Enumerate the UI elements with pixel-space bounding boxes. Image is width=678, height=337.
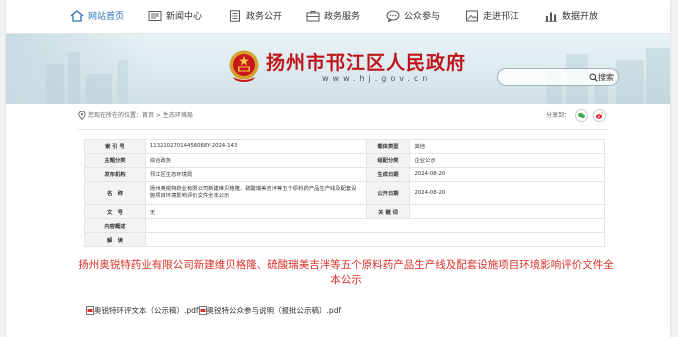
chat-icon bbox=[386, 10, 400, 22]
nav-item-about[interactable]: 走进邗江 bbox=[465, 9, 519, 25]
table-row: 内容概述 bbox=[84, 218, 606, 234]
search-icon bbox=[589, 73, 598, 82]
interpretation-value bbox=[144, 232, 606, 247]
document-info-table: 索 引 号 11321027014456068Y-2024-143 载体类型 其… bbox=[84, 139, 606, 247]
category-value: 企业公示 bbox=[409, 152, 605, 168]
public-date-label: 公开日期 bbox=[365, 180, 411, 206]
publisher-label: 发布机构 bbox=[84, 166, 146, 182]
index-value: 11321027014456068Y-2024-143 bbox=[144, 139, 367, 154]
banner-left-decor bbox=[6, 34, 156, 104]
pdf-file-icon bbox=[198, 305, 207, 315]
site-title: 扬州市邗江区人民政府 bbox=[266, 52, 467, 74]
nav-label: 数据开放 bbox=[562, 12, 599, 22]
created-date-value: 2024-08-20 bbox=[409, 166, 605, 182]
created-date-label: 生成日期 bbox=[365, 166, 411, 182]
skyline-building bbox=[616, 60, 644, 104]
nav-item-gov-service[interactable]: 政务服务 bbox=[306, 9, 360, 25]
nav-item-open-data[interactable]: 数据开放 bbox=[544, 9, 598, 25]
nav-label: 走进邗江 bbox=[483, 12, 520, 22]
doc-number-value: 无 bbox=[144, 204, 367, 220]
attachment-list: 奥锐特环评文本（公示稿）.pdf 奥锐特公众参与说明（报批公示稿）.pdf bbox=[86, 305, 341, 316]
nav-item-public-participation[interactable]: 公众参与 bbox=[386, 9, 440, 25]
news-icon bbox=[148, 10, 162, 21]
wechat-icon bbox=[578, 112, 586, 118]
browser-frame: 网站首页 新闻中心 政务公开 政务服务 公众参与 走进邗江 数据开放 扬州市邗江… bbox=[0, 0, 678, 337]
interpretation-label: 解 读 bbox=[84, 232, 146, 247]
table-row: 发布机构 邗江区生态环境局 生成日期 2024-08-20 bbox=[84, 166, 605, 182]
publisher-value: 邗江区生态环境局 bbox=[144, 166, 367, 182]
summary-label: 内容概述 bbox=[84, 218, 146, 234]
location-pin-icon bbox=[78, 110, 86, 121]
pdf-file-icon bbox=[86, 305, 94, 315]
keyword-label: 关 键 词 bbox=[365, 204, 411, 220]
page-container: 网站首页 新闻中心 政务公开 政务服务 公众参与 走进邗江 数据开放 扬州市邗江… bbox=[6, 0, 670, 337]
table-row: 解 读 bbox=[84, 232, 606, 247]
name-value: 扬州奥锐特药业有限公司新建维贝格隆、硫酸瑞美吉泮等五个原料药产品生产线及配套设施… bbox=[144, 180, 367, 206]
home-icon bbox=[70, 9, 84, 22]
nav-label: 政务公开 bbox=[246, 12, 283, 22]
nav-label: 公众参与 bbox=[404, 12, 441, 22]
site-banner: 扬州市邗江区人民政府 www.hj.gov.cn 搜索 bbox=[6, 34, 670, 104]
theme-value: 综合政务 bbox=[144, 152, 367, 168]
doc-number-label: 文 号 bbox=[84, 204, 146, 220]
picture-icon bbox=[466, 10, 478, 21]
table-row: 索 引 号 11321027014456068Y-2024-143 载体类型 其… bbox=[84, 139, 605, 154]
weibo-icon bbox=[596, 112, 604, 119]
weibo-share-button[interactable] bbox=[593, 109, 606, 122]
nav-label: 网站首页 bbox=[88, 12, 125, 22]
index-label: 索 引 号 bbox=[84, 139, 146, 154]
bar-chart-icon bbox=[545, 12, 557, 22]
keyword-value bbox=[409, 204, 605, 220]
nav-label: 新闻中心 bbox=[166, 12, 203, 22]
carrier-value: 其他 bbox=[409, 139, 605, 154]
skyline-building bbox=[86, 74, 112, 104]
public-date-value: 2024-08-20 bbox=[409, 180, 605, 206]
table-row: 主题分类 综合政务 组配分类 企业公示 bbox=[84, 152, 605, 168]
name-label: 名 称 bbox=[84, 180, 146, 206]
briefcase-icon bbox=[306, 10, 320, 21]
skyline-building bbox=[646, 48, 670, 104]
search-button-label: 搜索 bbox=[598, 73, 614, 82]
skyline-building bbox=[118, 60, 128, 104]
share-label: 分享到： bbox=[546, 112, 571, 119]
site-url: www.hj.gov.cn bbox=[322, 74, 432, 83]
skyline-building bbox=[46, 64, 64, 104]
top-nav: 网站首页 新闻中心 政务公开 政务服务 公众参与 走进邗江 数据开放 bbox=[6, 0, 670, 34]
share-bar: 分享到： bbox=[546, 107, 606, 125]
category-label: 组配分类 bbox=[365, 152, 411, 168]
breadcrumb: 您现在所在的位置：首页 > 生态环境局 bbox=[78, 109, 193, 123]
breadcrumb-text: 您现在所在的位置：首页 > 生态环境局 bbox=[88, 112, 193, 119]
nav-item-gov-open[interactable]: 政务公开 bbox=[228, 9, 282, 25]
national-emblem-icon bbox=[229, 50, 259, 82]
breadcrumb-row: 您现在所在的位置：首页 > 生态环境局 分享到： bbox=[78, 109, 608, 125]
document-icon bbox=[230, 9, 240, 22]
attachment-link[interactable]: 奥锐特公众参与说明（报批公示稿）.pdf bbox=[207, 306, 342, 315]
nav-label: 政务服务 bbox=[324, 12, 361, 22]
theme-label: 主题分类 bbox=[84, 152, 146, 168]
table-row: 名 称 扬州奥锐特药业有限公司新建维贝格隆、硫酸瑞美吉泮等五个原料药产品生产线及… bbox=[84, 180, 605, 206]
skyline-building bbox=[68, 52, 80, 104]
section-divider bbox=[78, 129, 608, 130]
table-row: 文 号 无 关 键 词 bbox=[84, 204, 605, 220]
summary-value bbox=[144, 218, 606, 234]
wechat-share-button[interactable] bbox=[575, 109, 589, 122]
nav-item-home[interactable]: 网站首页 bbox=[70, 9, 124, 25]
carrier-label: 载体类型 bbox=[365, 139, 411, 154]
attachment-link[interactable]: 奥锐特环评文本（公示稿）.pdf bbox=[94, 306, 199, 315]
search-button[interactable]: 搜索 bbox=[589, 70, 614, 85]
search-box: 搜索 bbox=[497, 68, 619, 86]
search-input[interactable] bbox=[506, 71, 586, 84]
nav-item-news[interactable]: 新闻中心 bbox=[148, 9, 202, 25]
document-title: 扬州奥锐特药业有限公司新建维贝格隆、硫酸瑞美吉泮等五个原料药产品生产线及配套设施… bbox=[78, 259, 614, 286]
